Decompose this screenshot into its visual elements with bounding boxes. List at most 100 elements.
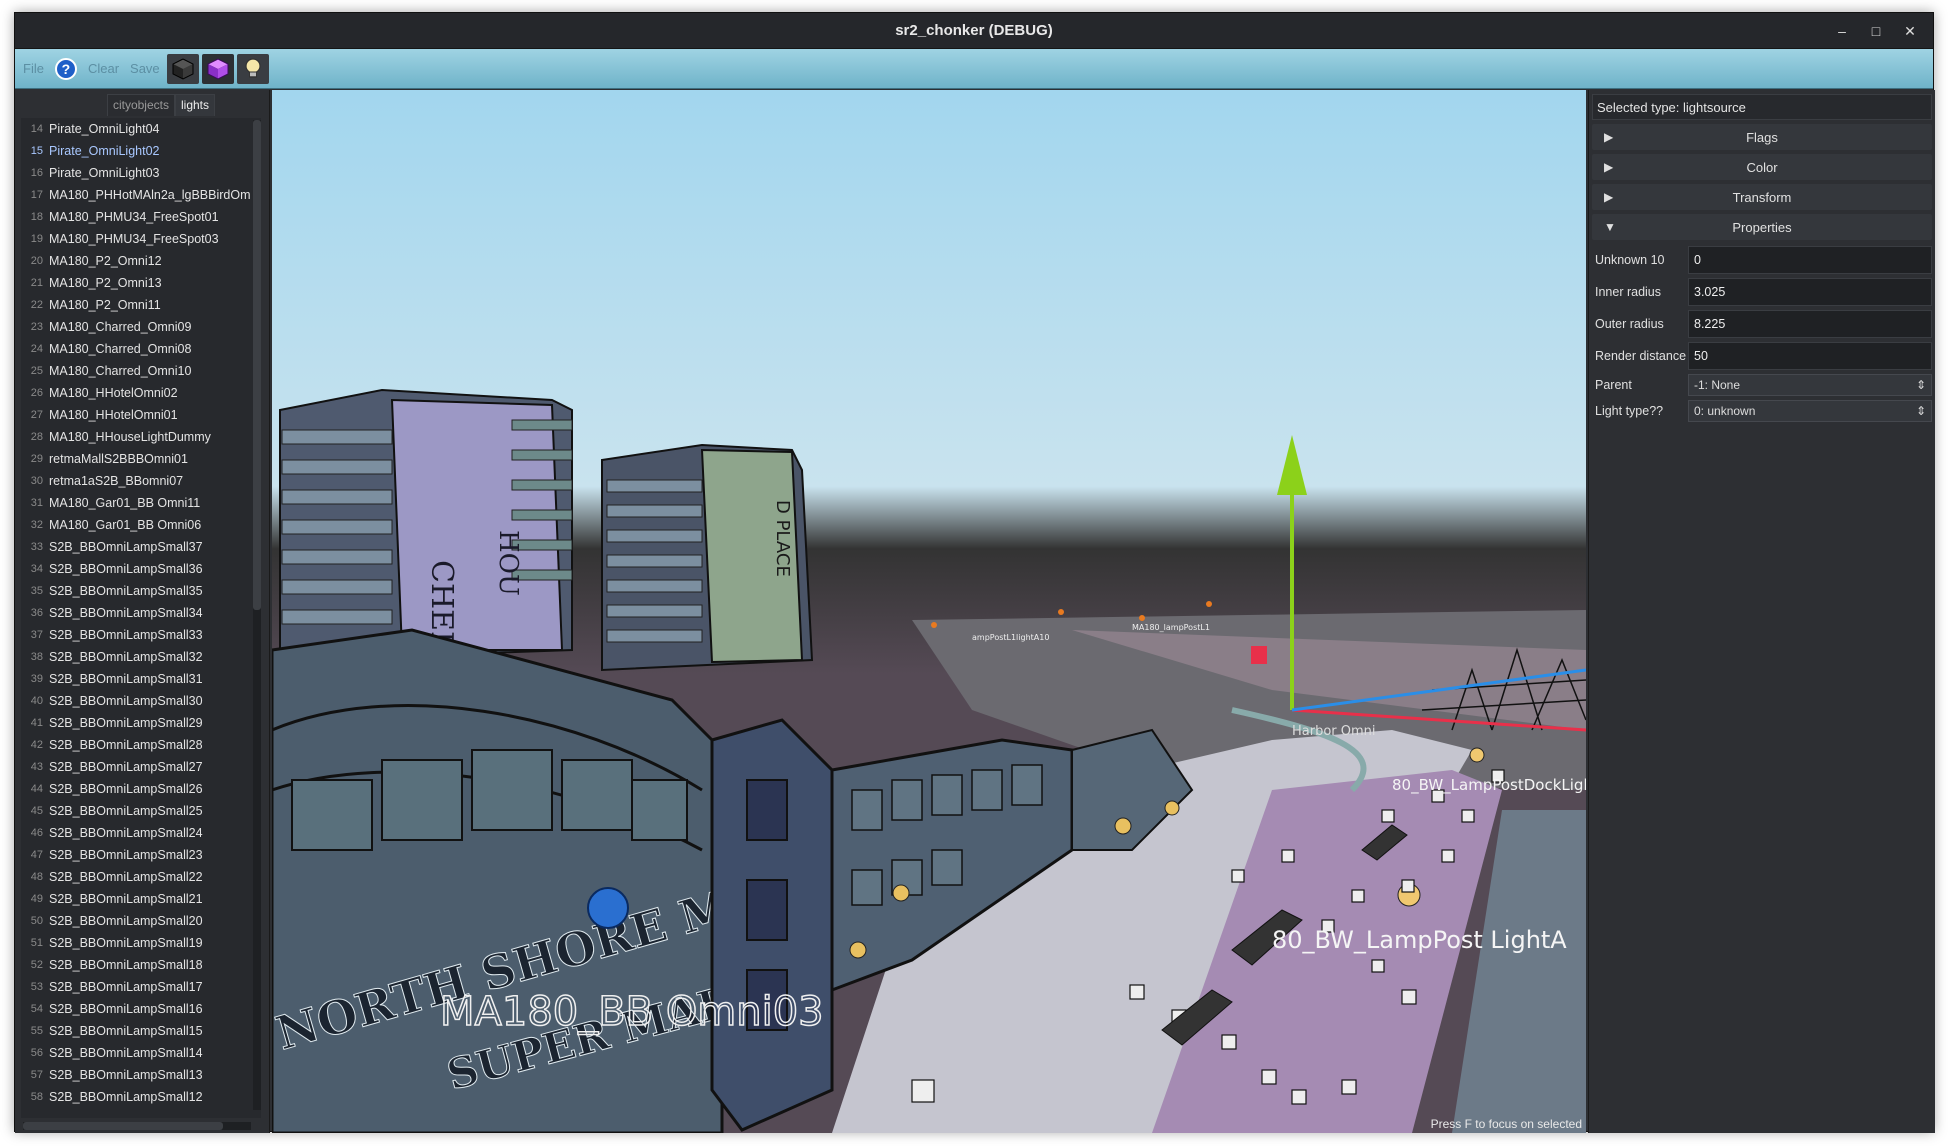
file-button[interactable]: File bbox=[19, 54, 48, 84]
list-item[interactable]: 22MA180_P2_Omni11 bbox=[21, 294, 261, 316]
minimize-button[interactable]: – bbox=[1825, 17, 1859, 45]
list-item-name: MA180_Charred_Omni10 bbox=[49, 364, 191, 378]
list-item[interactable]: 34S2B_BBOmniLampSmall36 bbox=[21, 558, 261, 580]
list-item[interactable]: 15 Pirate_OmniLight02 bbox=[21, 140, 261, 162]
list-item[interactable]: 32MA180_Gar01_BB Omni06 bbox=[21, 514, 261, 536]
list-vertical-scrollbar[interactable] bbox=[253, 120, 261, 1110]
list-item[interactable]: 58S2B_BBOmniLampSmall12 bbox=[21, 1086, 261, 1108]
tab-lights[interactable]: lights bbox=[175, 94, 215, 116]
section-flags[interactable]: ▶Flags bbox=[1592, 124, 1932, 150]
unknown-10-input[interactable]: 0 bbox=[1688, 246, 1932, 274]
list-item[interactable]: 48 S2B_BBOmniLampSmall22 bbox=[21, 866, 261, 888]
lightbulb-icon bbox=[242, 57, 264, 81]
help-icon: ? bbox=[55, 58, 77, 80]
list-item[interactable]: 19MA180_PHMU34_FreeSpot03 bbox=[21, 228, 261, 250]
list-item[interactable]: 26MA180_HHotelOmni02 bbox=[21, 382, 261, 404]
field-unknown-10: Unknown 10 0 bbox=[1592, 244, 1932, 276]
list-item-name: S2B_BBOmniLampSmall30 bbox=[49, 694, 203, 708]
list-item-name: retma1aS2B_BBomni07 bbox=[49, 474, 183, 488]
list-item[interactable]: 16Pirate_OmniLight03 bbox=[21, 162, 261, 184]
scrollbar-thumb[interactable] bbox=[253, 120, 261, 610]
list-item[interactable]: 21MA180_P2_Omni13 bbox=[21, 272, 261, 294]
3d-viewport[interactable]: CHEER HOU D PLACE NORTH SHORE MARINA SUP… bbox=[272, 90, 1586, 1133]
properties-panel: Selected type: lightsource ▶Flags ▶Color… bbox=[1588, 90, 1935, 1133]
light-type-select[interactable]: 0: unknown⇕ bbox=[1688, 400, 1932, 422]
list-item-index: 43 bbox=[21, 761, 43, 773]
cityobjects-mode-button[interactable] bbox=[167, 54, 199, 84]
list-item-name: S2B_BBOmniLampSmall26 bbox=[49, 782, 203, 796]
list-item[interactable]: 57S2B_BBOmniLampSmall13 bbox=[21, 1064, 261, 1086]
render-distance-input[interactable]: 50 bbox=[1688, 342, 1932, 370]
list-item[interactable]: 30retma1aS2B_BBomni07 bbox=[21, 470, 261, 492]
list-item[interactable]: 27MA180_HHotelOmni01 bbox=[21, 404, 261, 426]
list-item[interactable]: 36S2B_BBOmniLampSmall34 bbox=[21, 602, 261, 624]
list-item-index: 34 bbox=[21, 563, 43, 575]
list-item[interactable]: 38S2B_BBOmniLampSmall32 bbox=[21, 646, 261, 668]
list-item[interactable]: 31MA180_Gar01_BB Omni11 bbox=[21, 492, 261, 514]
help-button[interactable]: ? bbox=[51, 54, 81, 84]
list-item[interactable]: 41S2B_BBOmniLampSmall29 bbox=[21, 712, 261, 734]
inner-radius-input[interactable]: 3.025 bbox=[1688, 278, 1932, 306]
list-item[interactable]: 37S2B_BBOmniLampSmall33 bbox=[21, 624, 261, 646]
list-item[interactable]: 43 S2B_BBOmniLampSmall27 bbox=[21, 756, 261, 778]
list-item[interactable]: 35S2B_BBOmniLampSmall35 bbox=[21, 580, 261, 602]
zones-mode-button[interactable] bbox=[202, 54, 234, 84]
list-item-name: Pirate_OmniLight02 bbox=[49, 144, 159, 158]
list-item-index: 50 bbox=[21, 915, 43, 927]
list-item-index: 15 bbox=[21, 145, 43, 157]
list-item[interactable]: 44S2B_BBOmniLampSmall26 bbox=[21, 778, 261, 800]
list-item-index: 46 bbox=[21, 827, 43, 839]
list-item[interactable]: 39S2B_BBOmniLampSmall31 bbox=[21, 668, 261, 690]
clear-button[interactable]: Clear bbox=[84, 54, 123, 84]
list-item[interactable]: 29retmaMallS2BBBOmni01 bbox=[21, 448, 261, 470]
list-item[interactable]: 53S2B_BBOmniLampSmall17 bbox=[21, 976, 261, 998]
lights-mode-button[interactable] bbox=[237, 54, 269, 84]
list-item[interactable]: 42S2B_BBOmniLampSmall28 bbox=[21, 734, 261, 756]
list-item-name: MA180_PHMU34_FreeSpot03 bbox=[49, 232, 219, 246]
spinner-icon: ⇕ bbox=[1916, 404, 1926, 418]
list-item[interactable]: 25MA180_Charred_Omni10 bbox=[21, 360, 261, 382]
save-button[interactable]: Save bbox=[126, 54, 164, 84]
list-item[interactable]: 45S2B_BBOmniLampSmall25 bbox=[21, 800, 261, 822]
list-item[interactable]: 55S2B_BBOmniLampSmall15 bbox=[21, 1020, 261, 1042]
outer-radius-input[interactable]: 8.225 bbox=[1688, 310, 1932, 338]
close-button[interactable]: ✕ bbox=[1893, 17, 1927, 45]
list-item[interactable]: 49S2B_BBOmniLampSmall21 bbox=[21, 888, 261, 910]
list-item-index: 48 bbox=[21, 871, 43, 883]
maximize-button[interactable]: □ bbox=[1859, 17, 1893, 45]
scrollbar-thumb[interactable] bbox=[23, 1122, 223, 1130]
list-item[interactable]: 46S2B_BBOmniLampSmall24 bbox=[21, 822, 261, 844]
app-window: sr2_chonker (DEBUG) – □ ✕ File ? Clear S… bbox=[14, 12, 1934, 1132]
list-horizontal-scrollbar[interactable] bbox=[23, 1122, 251, 1130]
parent-select[interactable]: -1: None⇕ bbox=[1688, 374, 1932, 396]
list-item-name: S2B_BBOmniLampSmall27 bbox=[49, 760, 203, 774]
list-item[interactable]: 20MA180_P2_Omni12 bbox=[21, 250, 261, 272]
list-item-index: 23 bbox=[21, 321, 43, 333]
list-item-name: MA180_Gar01_BB Omni06 bbox=[49, 518, 201, 532]
list-item[interactable]: 28MA180_HHouseLightDummy bbox=[21, 426, 261, 448]
list-item-name: S2B_BBOmniLampSmall22 bbox=[49, 870, 203, 884]
list-item[interactable]: 54S2B_BBOmniLampSmall16 bbox=[21, 998, 261, 1020]
section-properties[interactable]: ▼Properties bbox=[1592, 214, 1932, 240]
section-color[interactable]: ▶Color bbox=[1592, 154, 1932, 180]
list-item[interactable]: 23MA180_Charred_Omni09 bbox=[21, 316, 261, 338]
tab-cityobjects[interactable]: cityobjects bbox=[107, 94, 175, 116]
list-item-name: S2B_BBOmniLampSmall15 bbox=[49, 1024, 203, 1038]
list-item[interactable]: 50S2B_BBOmniLampSmall20 bbox=[21, 910, 261, 932]
list-item[interactable]: 40S2B_BBOmniLampSmall30 bbox=[21, 690, 261, 712]
list-item[interactable]: 56S2B_BBOmniLampSmall14 bbox=[21, 1042, 261, 1064]
purple-cube-icon bbox=[206, 57, 230, 81]
list-item[interactable]: 18MA180_PHMU34_FreeSpot01 bbox=[21, 206, 261, 228]
list-item[interactable]: 17MA180_PHHotMAln2a_lgBBBirdOm bbox=[21, 184, 261, 206]
list-item-name: S2B_BBOmniLampSmall12 bbox=[49, 1090, 203, 1104]
list-item-name: S2B_BBOmniLampSmall33 bbox=[49, 628, 203, 642]
list-item[interactable]: 52S2B_BBOmniLampSmall18 bbox=[21, 954, 261, 976]
list-item[interactable]: 51S2B_BBOmniLampSmall19 bbox=[21, 932, 261, 954]
list-item[interactable]: 24MA180_Charred_Omni08 bbox=[21, 338, 261, 360]
list-item[interactable]: 47S2B_BBOmniLampSmall23 bbox=[21, 844, 261, 866]
list-item-index: 49 bbox=[21, 893, 43, 905]
list-item[interactable]: 33S2B_BBOmniLampSmall37 bbox=[21, 536, 261, 558]
list-item[interactable]: 14Pirate_OmniLight04 bbox=[21, 118, 261, 140]
list-item-index: 41 bbox=[21, 717, 43, 729]
section-transform[interactable]: ▶Transform bbox=[1592, 184, 1932, 210]
